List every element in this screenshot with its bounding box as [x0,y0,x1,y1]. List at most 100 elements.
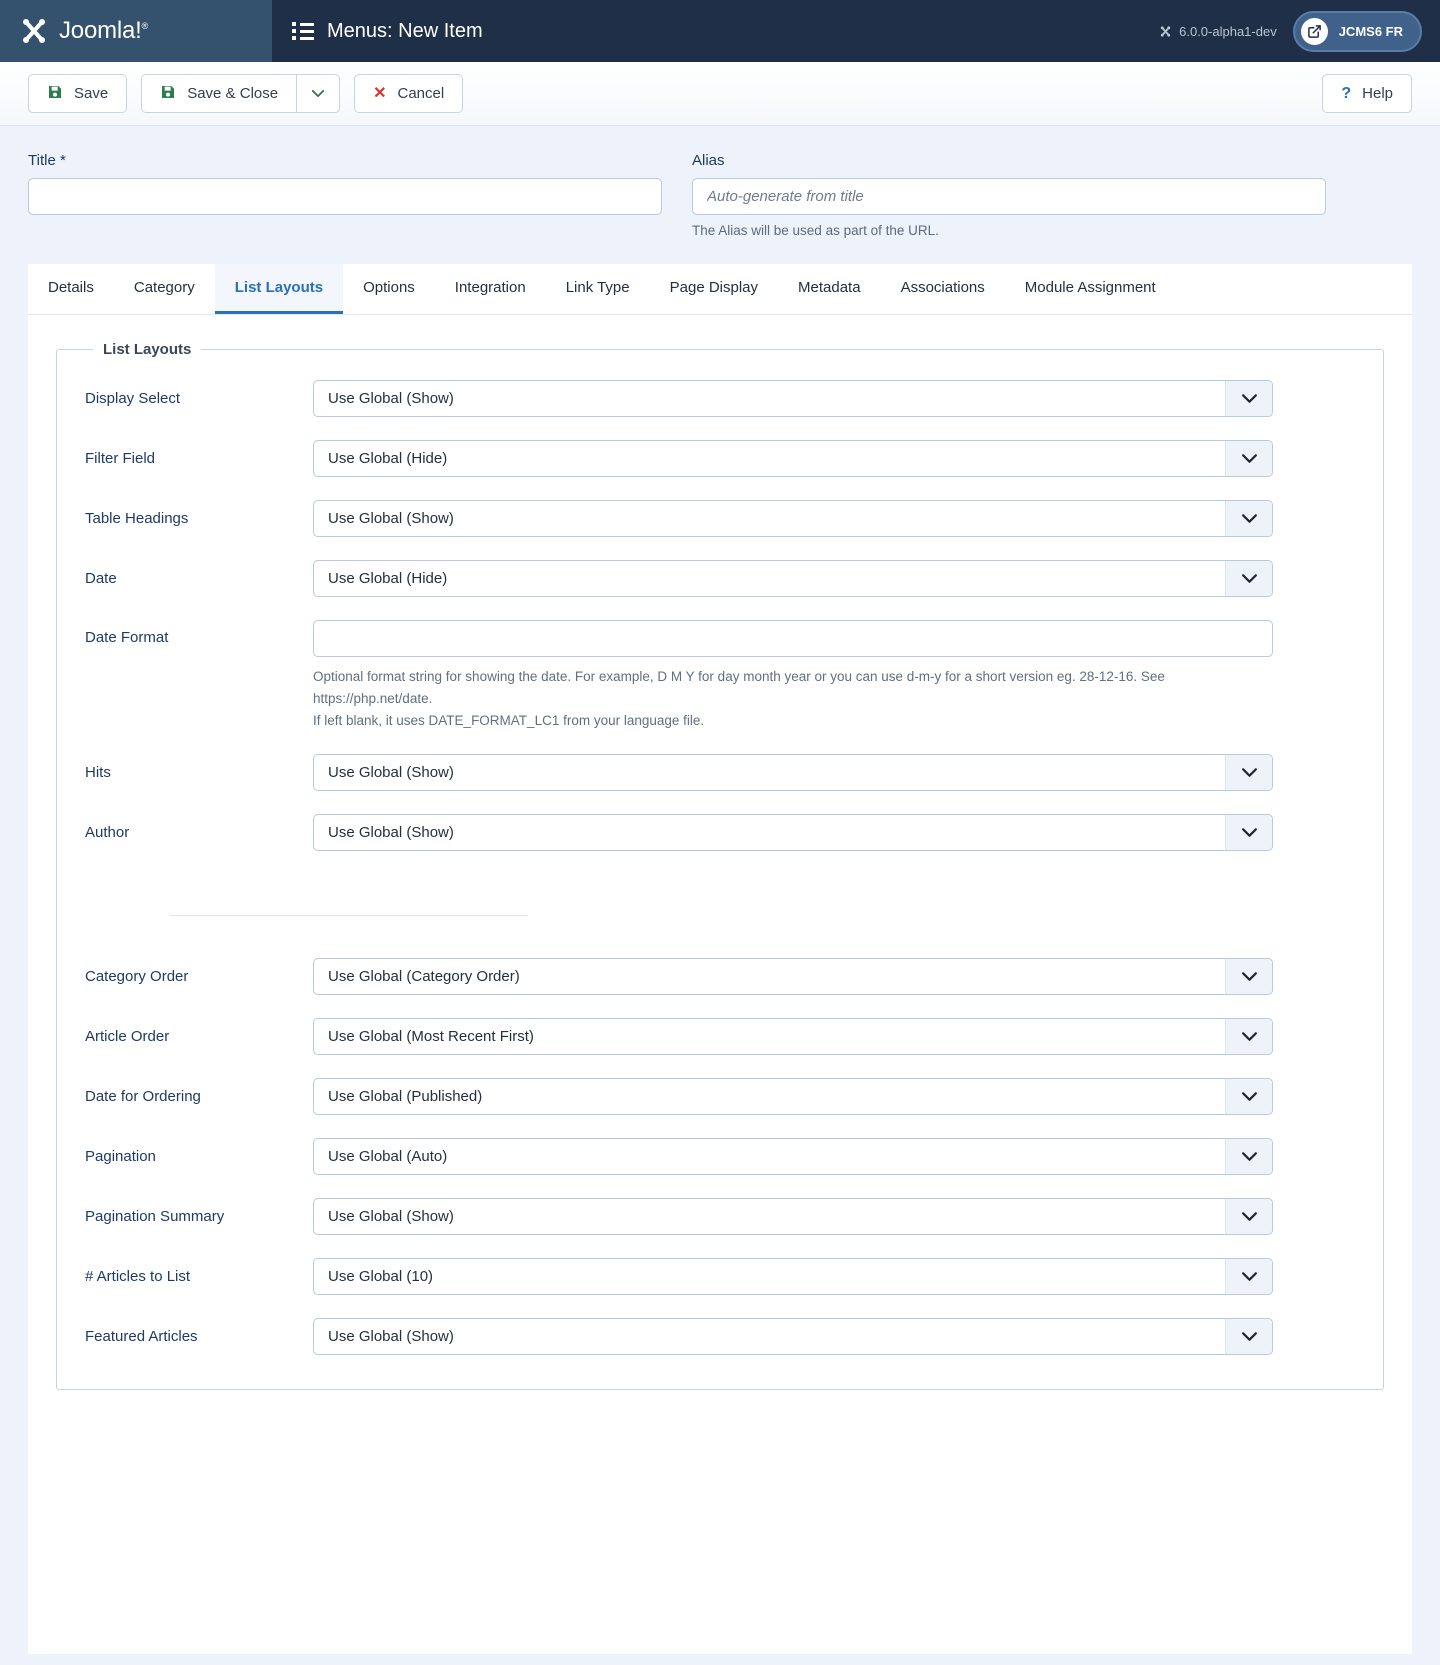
tab-module-assignment[interactable]: Module Assignment [1005,264,1176,314]
joomla-mark-icon [1160,25,1171,37]
chevron-down-icon[interactable] [1225,754,1272,790]
tab-associations[interactable]: Associations [881,264,1005,314]
chevron-down-icon[interactable] [1225,501,1272,536]
section-divider-row [85,874,1355,958]
save-button[interactable]: Save [28,74,128,113]
date-for-ordering-dropdown[interactable]: Use Global (Published) [313,1077,1273,1115]
display-select-value: Use Global (Show) [328,390,454,407]
pagination-control: Use Global (Auto) [313,1137,1273,1175]
filter-field-value: Use Global (Hide) [328,450,448,467]
date-dropdown[interactable]: Use Global (Hide) [313,560,1273,597]
field-row-filter-field: Filter Field Use Global (Hide) [85,440,1355,477]
tab-category[interactable]: Category [114,264,215,314]
field-row-articles-to-list: # Articles to List Use Global (10) [85,1257,1355,1295]
tab-link-type[interactable]: Link Type [546,264,650,314]
help-button[interactable]: ? Help [1322,74,1412,113]
tab-panel-list-layouts: List Layouts Display Select Use Global (… [28,315,1412,1390]
articles-to-list-value: Use Global (10) [328,1267,434,1285]
category-order-value: Use Global (Category Order) [328,967,520,985]
save-button-label: Save [74,85,109,102]
page-title: Menus: New Item [327,19,483,42]
tab-list-layouts[interactable]: List Layouts [214,264,344,314]
date-label: Date [85,570,117,587]
brand-label: Joomla!® [59,17,149,44]
table-headings-dropdown[interactable]: Use Global (Show) [313,500,1273,537]
title-alias-row: Title * Alias The Alias will be used as … [0,126,1440,264]
save-dropdown-toggle[interactable] [296,74,341,113]
save-close-button[interactable]: Save & Close [141,74,297,113]
date-format-input[interactable] [313,620,1273,657]
section-divider [170,915,528,917]
pagination-summary-dropdown[interactable]: Use Global (Show) [313,1197,1273,1235]
field-row-date-for-ordering: Date for Ordering Use Global (Published) [85,1077,1355,1115]
tab-page-display[interactable]: Page Display [650,264,778,314]
joomla-mark-icon [23,19,45,43]
chevron-down-icon[interactable] [1225,381,1272,416]
chevron-down-icon[interactable] [1225,1138,1272,1174]
hits-label: Hits [85,763,111,781]
save-close-button-group: Save & Close [141,74,341,113]
chevron-down-icon[interactable] [1225,1258,1272,1294]
chevron-down-icon[interactable] [1225,561,1272,596]
chevron-down-icon[interactable] [1225,1318,1272,1354]
field-row-article-order: Article Order Use Global (Most Recent Fi… [85,1017,1355,1055]
field-row-table-headings: Table Headings Use Global (Show) [85,500,1355,537]
fieldset-legend: List Layouts [103,341,192,358]
featured-articles-control: Use Global (Show) [313,1317,1273,1355]
date-for-ordering-label: Date for Ordering [85,1087,201,1105]
tab-options[interactable]: Options [343,264,435,314]
category-order-dropdown[interactable]: Use Global (Category Order) [313,957,1273,995]
featured-articles-label: Featured Articles [85,1327,198,1345]
hits-control: Use Global (Show) [313,753,1273,791]
alias-field-group: Alias The Alias will be used as part of … [692,152,1326,238]
list-layouts-fieldset: List Layouts Display Select Use Global (… [56,341,1384,1390]
date-for-ordering-value: Use Global (Published) [328,1087,483,1105]
alias-help-text: The Alias will be used as part of the UR… [692,223,939,238]
hits-dropdown[interactable]: Use Global (Show) [313,753,1273,791]
article-order-label: Article Order [85,1027,170,1045]
chevron-down-icon[interactable] [1225,1078,1272,1114]
chevron-down-icon[interactable] [1225,441,1272,476]
alias-label: Alias [692,152,725,169]
title-label: Title * [28,152,66,169]
table-headings-value: Use Global (Show) [328,510,454,527]
field-row-date: Date Use Global (Hide) [85,560,1355,597]
table-headings-control: Use Global (Show) [313,500,1273,537]
featured-articles-dropdown[interactable]: Use Global (Show) [313,1317,1273,1355]
chevron-down-icon[interactable] [1225,1018,1272,1054]
pagination-value: Use Global (Auto) [328,1147,448,1165]
display-select-control: Use Global (Show) [313,380,1273,417]
toolbar-right-group: ? Help [1322,74,1412,113]
cancel-button[interactable]: ✕ Cancel [354,74,464,113]
tab-details[interactable]: Details [28,264,114,314]
author-control: Use Global (Show) [313,813,1273,851]
version-badge: 6.0.0-alpha1-dev [1159,24,1277,39]
display-select-dropdown[interactable]: Use Global (Show) [313,380,1273,417]
tab-integration[interactable]: Integration [435,264,546,314]
author-value: Use Global (Show) [328,823,454,841]
featured-articles-value: Use Global (Show) [328,1327,454,1345]
filter-field-dropdown[interactable]: Use Global (Hide) [313,440,1273,477]
chevron-down-icon [311,85,325,102]
article-order-dropdown[interactable]: Use Global (Most Recent First) [313,1017,1273,1055]
articles-to-list-dropdown[interactable]: Use Global (10) [313,1257,1273,1295]
card-footer-spacer [28,1389,1412,1460]
chevron-down-icon[interactable] [1225,1198,1272,1234]
chevron-down-icon[interactable] [1225,814,1272,850]
alias-input[interactable] [692,178,1326,215]
visit-site-button[interactable]: JCMS6 FR [1292,10,1422,52]
chevron-down-icon[interactable] [1225,958,1272,994]
article-order-value: Use Global (Most Recent First) [328,1027,534,1045]
field-row-category-order: Category Order Use Global (Category Orde… [85,957,1355,995]
pagination-dropdown[interactable]: Use Global (Auto) [313,1137,1273,1175]
table-headings-label: Table Headings [85,510,189,527]
brand-area[interactable]: Joomla!® [0,0,272,62]
editor-toolbar: Save Save & Close ✕ Cancel ? Help [0,62,1440,126]
date-control: Use Global (Hide) [313,560,1273,597]
filter-field-label: Filter Field [85,450,156,467]
tab-metadata[interactable]: Metadata [778,264,881,314]
title-input[interactable] [28,178,662,215]
field-row-featured-articles: Featured Articles Use Global (Show) [85,1317,1355,1355]
author-dropdown[interactable]: Use Global (Show) [313,813,1273,851]
field-row-hits: Hits Use Global (Show) [85,753,1355,791]
